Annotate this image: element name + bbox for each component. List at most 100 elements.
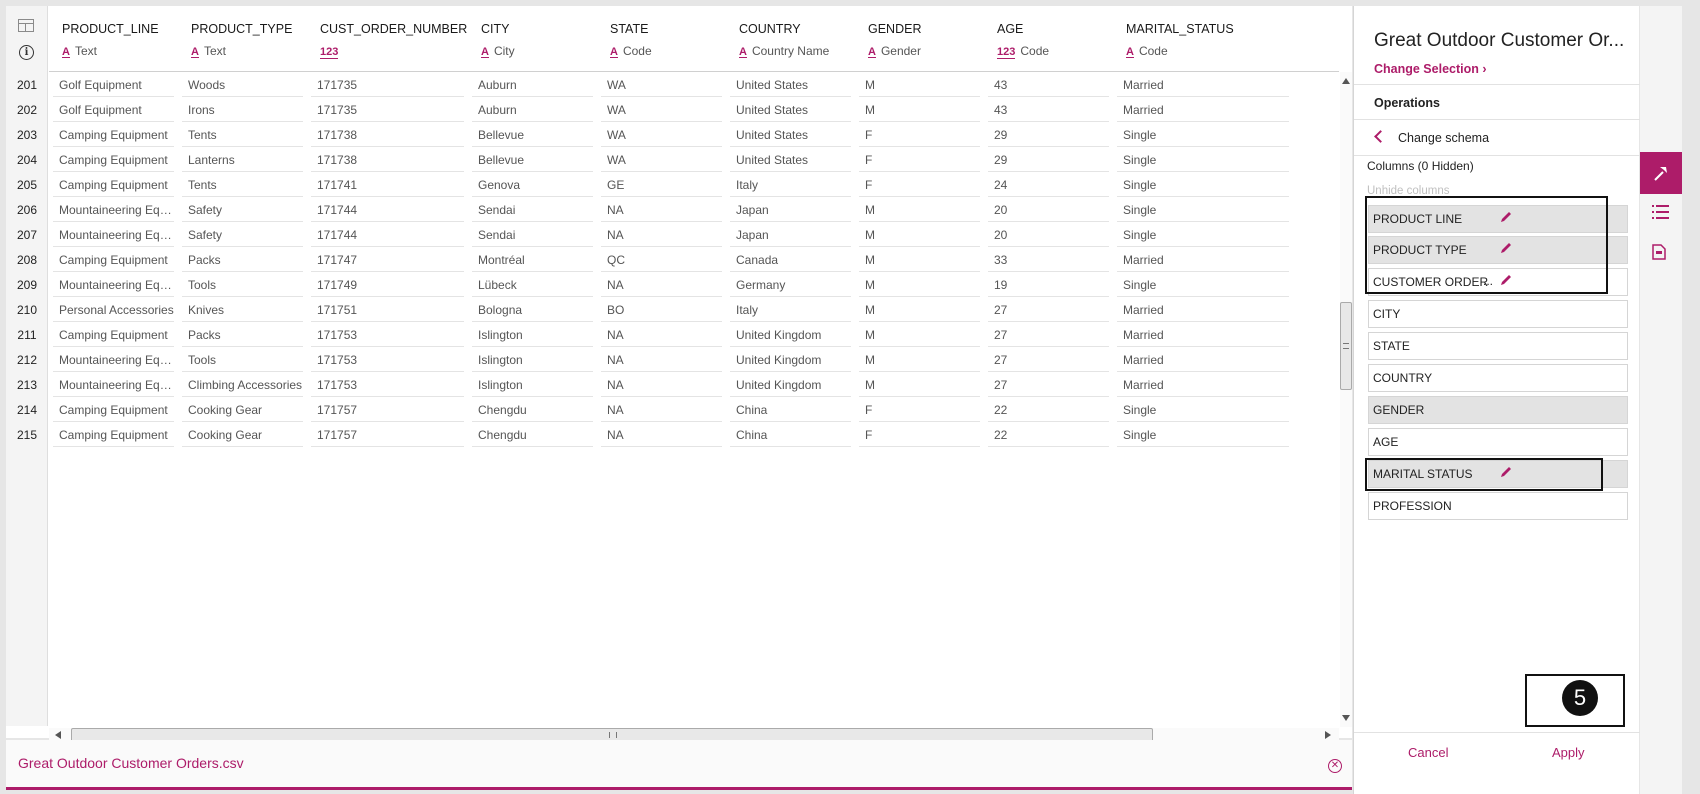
document-icon[interactable] xyxy=(1640,232,1682,274)
table-cell[interactable]: Single xyxy=(1117,198,1289,222)
table-cell[interactable]: United Kingdom xyxy=(730,323,851,347)
table-cell[interactable]: Chengdu xyxy=(472,398,593,422)
table-cell[interactable]: 27 xyxy=(988,323,1109,347)
table-cell[interactable]: WA xyxy=(601,73,722,97)
table-cell[interactable]: 27 xyxy=(988,348,1109,372)
table-cell[interactable]: Bologna xyxy=(472,298,593,322)
table-cell[interactable]: Islington xyxy=(472,323,593,347)
table-cell[interactable]: Packs xyxy=(182,248,303,272)
column-header[interactable]: CITY A City xyxy=(468,6,597,72)
table-cell[interactable]: Irons xyxy=(182,98,303,122)
table-cell[interactable]: Married xyxy=(1117,323,1289,347)
scroll-up-icon[interactable] xyxy=(1342,78,1350,84)
unhide-columns-link[interactable]: Unhide columns xyxy=(1367,185,1449,197)
table-cell[interactable]: Single xyxy=(1117,423,1289,447)
table-cell[interactable]: NA xyxy=(601,323,722,347)
table-cell[interactable]: Italy xyxy=(730,173,851,197)
table-cell[interactable]: 33 xyxy=(988,248,1109,272)
table-cell[interactable]: Germany xyxy=(730,273,851,297)
table-cell[interactable]: Bellevue xyxy=(472,123,593,147)
table-cell[interactable]: China xyxy=(730,398,851,422)
table-cell[interactable]: Lanterns xyxy=(182,148,303,172)
table-cell[interactable]: Woods xyxy=(182,73,303,97)
table-cell[interactable]: Lübeck xyxy=(472,273,593,297)
table-cell[interactable]: M xyxy=(859,248,980,272)
table-row[interactable]: Camping Equipment Tents 171738 Bellevue WA Un… xyxy=(49,123,1339,148)
table-row[interactable]: Mountaineering Equ... Tools 171753 Islingto… xyxy=(49,348,1339,373)
table-row[interactable]: Golf Equipment Irons 171735 Auburn WA United … xyxy=(49,98,1339,123)
table-cell[interactable]: Italy xyxy=(730,298,851,322)
table-cell[interactable]: Single xyxy=(1117,398,1289,422)
table-cell[interactable]: NA xyxy=(601,373,722,397)
table-cell[interactable]: United Kingdom xyxy=(730,373,851,397)
table-cell[interactable]: NA xyxy=(601,423,722,447)
table-row[interactable]: Camping Equipment Tents 171741 Genova GE Ital… xyxy=(49,173,1339,198)
table-cell[interactable]: Mountaineering Equ... xyxy=(53,348,174,372)
table-cell[interactable]: 171744 xyxy=(311,223,464,247)
table-cell[interactable]: 171735 xyxy=(311,98,464,122)
table-cell[interactable]: GE xyxy=(601,173,722,197)
table-cell[interactable]: Single xyxy=(1117,273,1289,297)
table-row[interactable]: Camping Equipment Cooking Gear 171757 Cheng… xyxy=(49,423,1339,448)
table-cell[interactable]: Bellevue xyxy=(472,148,593,172)
table-cell[interactable]: Mountaineering Equ... xyxy=(53,198,174,222)
table-cell[interactable]: Camping Equipment xyxy=(53,398,174,422)
column-header[interactable]: PRODUCT_LINE A Text xyxy=(49,6,178,72)
table-cell[interactable]: Sendai xyxy=(472,198,593,222)
table-cell[interactable]: 22 xyxy=(988,423,1109,447)
table-cell[interactable]: Camping Equipment xyxy=(53,123,174,147)
table-cell[interactable]: 171753 xyxy=(311,323,464,347)
table-cell[interactable]: Packs xyxy=(182,323,303,347)
table-cell[interactable]: Climbing Accessories xyxy=(182,373,303,397)
table-cell[interactable]: 171751 xyxy=(311,298,464,322)
pencil-icon[interactable] xyxy=(1499,241,1513,255)
table-cell[interactable]: Sendai xyxy=(472,223,593,247)
table-cell[interactable]: Safety xyxy=(182,198,303,222)
pencil-icon[interactable] xyxy=(1499,465,1513,479)
column-header[interactable]: STATE A Code xyxy=(597,6,726,72)
table-cell[interactable]: Cooking Gear xyxy=(182,423,303,447)
table-cell[interactable]: Tents xyxy=(182,123,303,147)
file-name-tab[interactable]: Great Outdoor Customer Orders.csv xyxy=(18,755,244,771)
pencil-icon[interactable] xyxy=(1499,210,1513,224)
table-cell[interactable]: Mountaineering Equ... xyxy=(53,223,174,247)
table-cell[interactable]: Canada xyxy=(730,248,851,272)
table-cell[interactable]: 20 xyxy=(988,223,1109,247)
column-header[interactable]: PRODUCT_TYPE A Text xyxy=(178,6,307,72)
table-cell[interactable]: 43 xyxy=(988,73,1109,97)
scroll-down-icon[interactable] xyxy=(1342,715,1350,721)
table-cell[interactable]: M xyxy=(859,323,980,347)
table-row[interactable]: Camping Equipment Lanterns 171738 Bellevue W… xyxy=(49,148,1339,173)
table-cell[interactable]: M xyxy=(859,198,980,222)
column-list-item[interactable]: CITY xyxy=(1368,300,1628,328)
vertical-scrollbar[interactable] xyxy=(1340,72,1352,727)
table-cell[interactable]: Married xyxy=(1117,348,1289,372)
column-header[interactable]: CUST_ORDER_NUMBER 123 xyxy=(307,6,468,72)
table-cell[interactable]: United States xyxy=(730,98,851,122)
table-cell[interactable]: 29 xyxy=(988,123,1109,147)
table-icon[interactable] xyxy=(18,19,34,32)
close-file-icon[interactable]: ✕ xyxy=(1328,759,1342,773)
table-cell[interactable]: Auburn xyxy=(472,98,593,122)
table-cell[interactable]: F xyxy=(859,123,980,147)
table-cell[interactable]: 171738 xyxy=(311,123,464,147)
table-cell[interactable]: 27 xyxy=(988,298,1109,322)
table-cell[interactable]: F xyxy=(859,173,980,197)
table-row[interactable]: Mountaineering Equ... Safety 171744 Sendai N… xyxy=(49,198,1339,223)
table-cell[interactable]: Tools xyxy=(182,348,303,372)
table-cell[interactable]: Camping Equipment xyxy=(53,248,174,272)
chevron-left-icon[interactable] xyxy=(1374,130,1387,143)
table-cell[interactable]: 171749 xyxy=(311,273,464,297)
table-cell[interactable]: 27 xyxy=(988,373,1109,397)
table-cell[interactable]: United States xyxy=(730,73,851,97)
apply-button[interactable]: Apply xyxy=(1552,745,1585,760)
table-cell[interactable]: QC xyxy=(601,248,722,272)
table-cell[interactable]: Mountaineering Equ... xyxy=(53,273,174,297)
table-row[interactable]: Mountaineering Equ... Tools 171749 Lübeck NA… xyxy=(49,273,1339,298)
table-cell[interactable]: 171735 xyxy=(311,73,464,97)
table-row[interactable]: Mountaineering Equ... Climbing Accessorie… xyxy=(49,373,1339,398)
table-cell[interactable]: Golf Equipment xyxy=(53,98,174,122)
table-cell[interactable]: Married xyxy=(1117,73,1289,97)
table-row[interactable]: Personal Accessories Knives 171751 Bologna B… xyxy=(49,298,1339,323)
table-cell[interactable]: Married xyxy=(1117,248,1289,272)
